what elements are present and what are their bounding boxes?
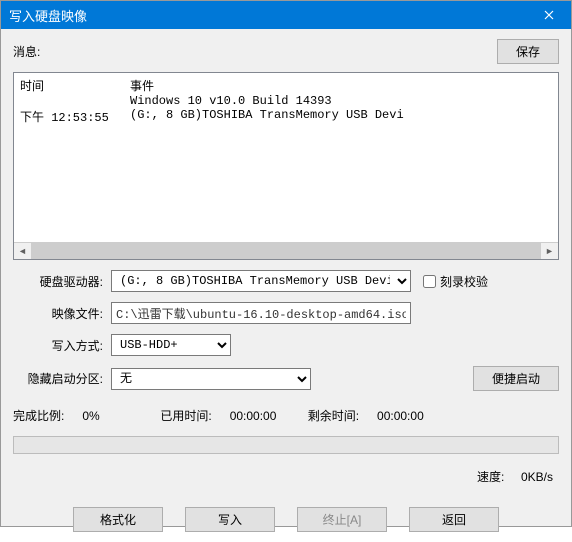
hide-partition-label: 隐藏启动分区:	[13, 370, 103, 387]
done-value: 0%	[82, 409, 142, 423]
remain-value: 00:00:00	[377, 409, 437, 423]
window-title: 写入硬盘映像	[9, 6, 87, 25]
done-label: 完成比例:	[13, 407, 64, 424]
scroll-right-icon[interactable]: ►	[541, 243, 558, 259]
save-button[interactable]: 保存	[497, 39, 559, 64]
close-button[interactable]	[526, 1, 571, 29]
write-mode-select[interactable]: USB-HDD+	[111, 334, 231, 356]
iso-label: 映像文件:	[13, 305, 103, 322]
remain-label: 剩余时间:	[308, 407, 359, 424]
elapsed-label: 已用时间:	[160, 407, 211, 424]
back-button[interactable]: 返回	[409, 507, 499, 532]
log-col-time: 时间	[20, 77, 130, 94]
log-col-event: 事件	[130, 77, 154, 94]
h-scrollbar[interactable]: ◄ ►	[14, 242, 558, 259]
titlebar: 写入硬盘映像	[1, 1, 571, 29]
log-box: 时间 事件 Windows 10 v10.0 Build 14393 下午 12…	[13, 72, 559, 260]
drive-select[interactable]: (G:, 8 GB)TOSHIBA TransMemory USB Devi	[111, 270, 411, 292]
dialog-window: 写入硬盘映像 消息: 保存 时间 事件 Windows 10 v10.0 Bui…	[0, 0, 572, 527]
progress-bar	[13, 436, 559, 454]
log-row: 下午 12:53:55 (G:, 8 GB)TOSHIBA TransMemor…	[20, 108, 552, 125]
quick-boot-button[interactable]: 便捷启动	[473, 366, 559, 391]
write-mode-label: 写入方式:	[13, 337, 103, 354]
scroll-thumb[interactable]	[31, 243, 541, 259]
verify-checkbox[interactable]: 刻录校验	[423, 273, 488, 290]
scroll-left-icon[interactable]: ◄	[14, 243, 31, 259]
drive-label: 硬盘驱动器:	[13, 273, 103, 290]
log-row: Windows 10 v10.0 Build 14393	[20, 94, 552, 108]
verify-checkbox-input[interactable]	[423, 275, 436, 288]
speed-value: 0KB/s	[521, 470, 553, 484]
speed-label: 速度:	[477, 470, 504, 484]
format-button[interactable]: 格式化	[73, 507, 163, 532]
abort-button: 终止[A]	[297, 507, 387, 532]
hide-partition-select[interactable]: 无	[111, 368, 311, 390]
elapsed-value: 00:00:00	[230, 409, 290, 423]
write-button[interactable]: 写入	[185, 507, 275, 532]
iso-path-input[interactable]	[111, 302, 411, 324]
info-label: 消息:	[13, 43, 40, 60]
